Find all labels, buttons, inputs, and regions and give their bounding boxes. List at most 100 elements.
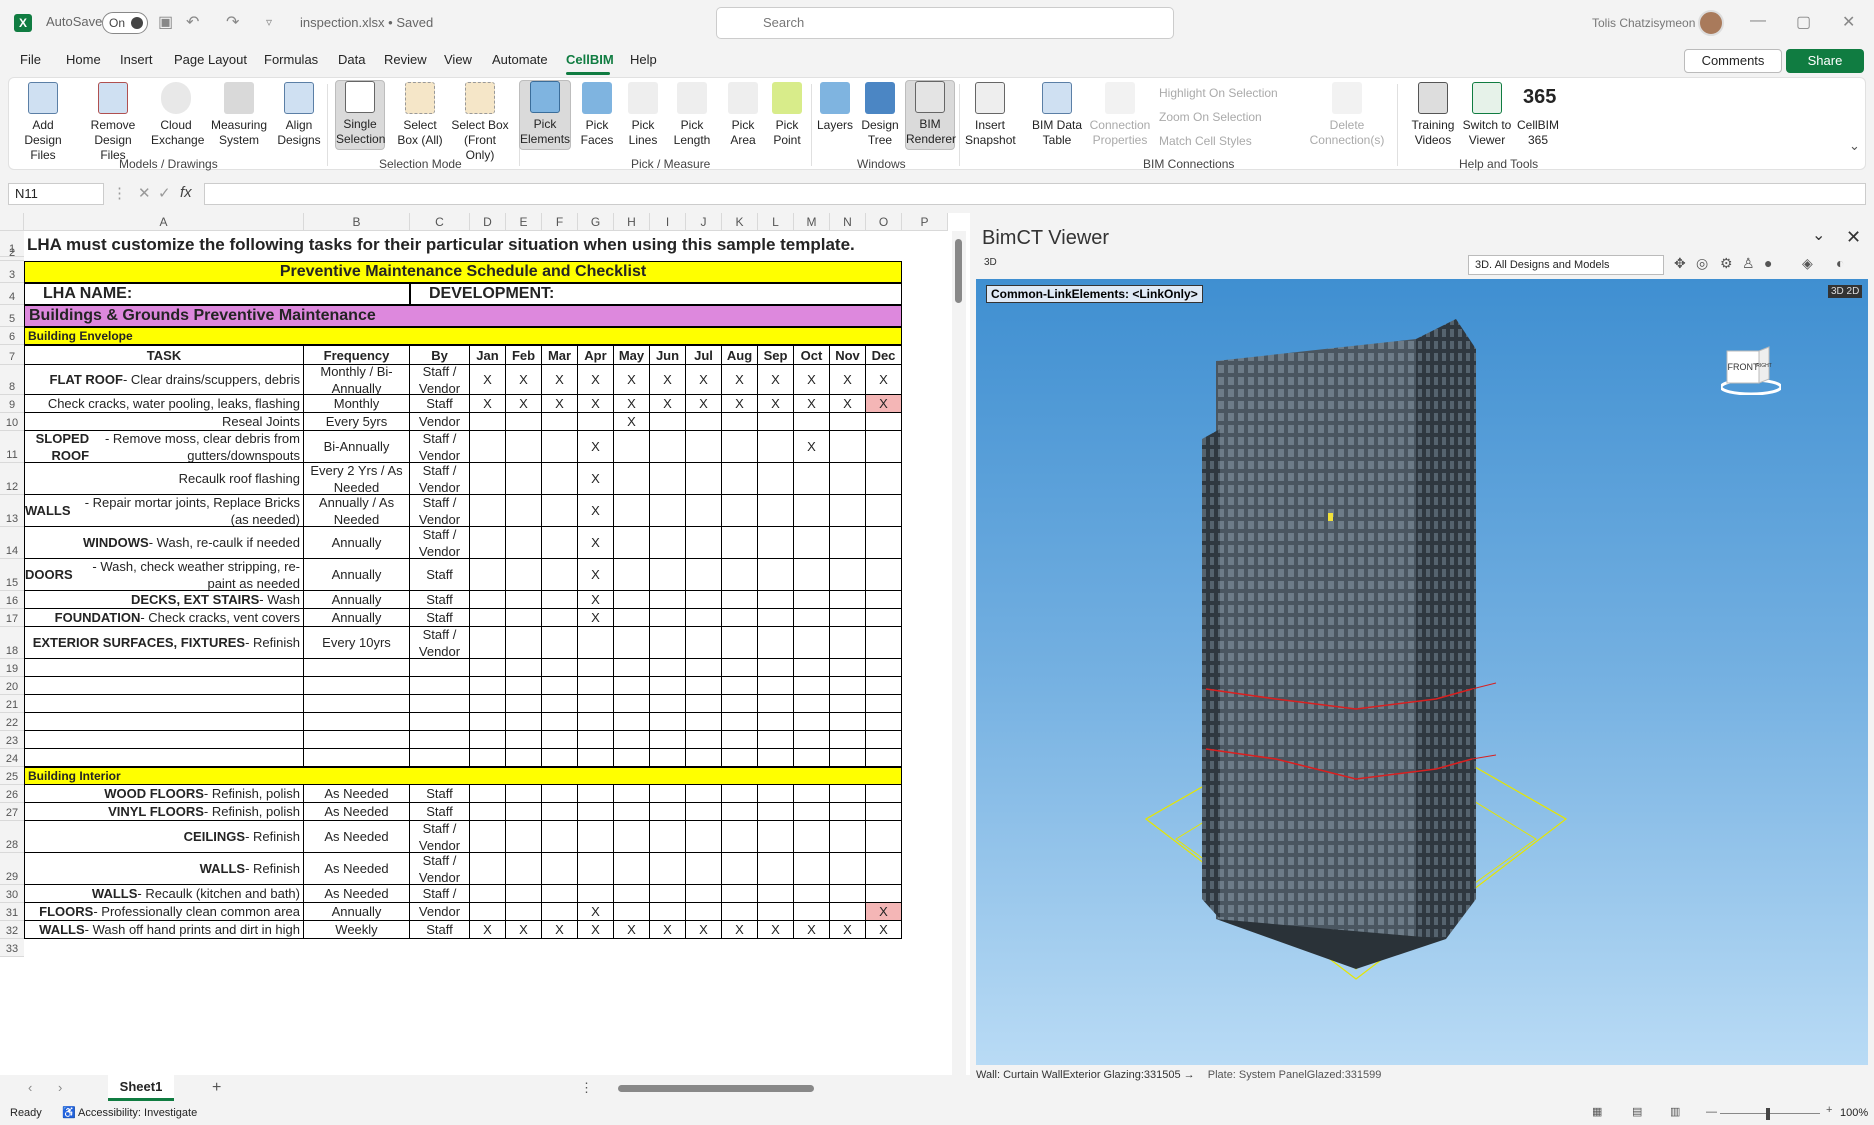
empty-cell[interactable] bbox=[542, 731, 578, 749]
month-cell[interactable] bbox=[506, 821, 542, 853]
month-cell[interactable]: X bbox=[830, 395, 866, 413]
month-cell[interactable] bbox=[866, 821, 902, 853]
column-header[interactable]: D bbox=[470, 213, 506, 231]
frequency-cell[interactable]: Annually bbox=[304, 903, 410, 921]
month-cell[interactable] bbox=[794, 627, 830, 659]
empty-cell[interactable] bbox=[542, 677, 578, 695]
month-cell[interactable] bbox=[830, 527, 866, 559]
month-cell[interactable] bbox=[542, 609, 578, 627]
empty-cell[interactable] bbox=[614, 713, 650, 731]
empty-cell[interactable] bbox=[758, 731, 794, 749]
empty-cell[interactable] bbox=[686, 749, 722, 767]
row-header[interactable]: 10 bbox=[0, 413, 24, 431]
frequency-cell[interactable]: Every 2 Yrs / As Needed bbox=[304, 463, 410, 495]
bim-data-table-button[interactable]: BIM Data Table bbox=[1031, 82, 1083, 148]
month-cell[interactable]: X bbox=[614, 395, 650, 413]
column-task-header[interactable]: TASK bbox=[24, 345, 304, 365]
month-cell[interactable] bbox=[686, 821, 722, 853]
month-cell[interactable] bbox=[470, 431, 506, 463]
row-header[interactable]: 12 bbox=[0, 463, 24, 495]
empty-cell[interactable] bbox=[794, 713, 830, 731]
task-cell[interactable]: WINDOWS - Wash, re-caulk if needed bbox=[24, 527, 304, 559]
month-cell[interactable] bbox=[830, 885, 866, 903]
month-cell[interactable] bbox=[470, 885, 506, 903]
frequency-cell[interactable]: Bi-Annually bbox=[304, 431, 410, 463]
empty-cell[interactable] bbox=[866, 749, 902, 767]
month-cell[interactable] bbox=[758, 803, 794, 821]
empty-cell[interactable] bbox=[470, 713, 506, 731]
month-cell[interactable] bbox=[686, 903, 722, 921]
month-cell[interactable] bbox=[542, 495, 578, 527]
connection-properties-button[interactable]: Connection Properties bbox=[1087, 82, 1153, 148]
page-layout-icon[interactable]: ▤ bbox=[1632, 1105, 1642, 1118]
horizontal-scroll-thumb[interactable] bbox=[618, 1085, 814, 1092]
redo-icon[interactable]: ↷ bbox=[226, 12, 239, 32]
month-cell[interactable] bbox=[758, 627, 794, 659]
month-cell[interactable] bbox=[650, 627, 686, 659]
by-cell[interactable]: Staff / Vendor bbox=[410, 821, 470, 853]
empty-cell[interactable] bbox=[506, 695, 542, 713]
month-cell[interactable] bbox=[506, 559, 542, 591]
month-cell[interactable] bbox=[686, 785, 722, 803]
month-cell[interactable] bbox=[866, 885, 902, 903]
menu-page-layout[interactable]: Page Layout bbox=[174, 52, 247, 67]
formula-input[interactable] bbox=[204, 183, 1866, 205]
month-cell[interactable] bbox=[866, 463, 902, 495]
target-icon[interactable]: ◎ bbox=[1696, 255, 1708, 272]
by-cell[interactable]: Staff bbox=[410, 591, 470, 609]
month-cell[interactable] bbox=[758, 609, 794, 627]
month-cell[interactable]: X bbox=[866, 921, 902, 939]
empty-cell[interactable] bbox=[542, 749, 578, 767]
empty-cell[interactable] bbox=[24, 695, 304, 713]
cube-icon[interactable]: ◈ bbox=[1802, 255, 1813, 272]
month-cell[interactable] bbox=[614, 431, 650, 463]
empty-cell[interactable] bbox=[866, 731, 902, 749]
by-cell[interactable]: Staff bbox=[410, 921, 470, 939]
empty-cell[interactable] bbox=[866, 659, 902, 677]
month-cell[interactable] bbox=[506, 527, 542, 559]
zoom-slider[interactable] bbox=[1720, 1113, 1820, 1114]
month-cell[interactable] bbox=[506, 785, 542, 803]
measuring-system-button[interactable]: Measuring System bbox=[211, 82, 267, 148]
month-cell[interactable] bbox=[614, 627, 650, 659]
header-note[interactable]: LHA must customize the following tasks f… bbox=[24, 231, 906, 257]
month-cell[interactable]: X bbox=[578, 591, 614, 609]
zoom-on-selection[interactable]: Zoom On Selection bbox=[1159, 110, 1262, 124]
frequency-cell[interactable]: Every 5yrs bbox=[304, 413, 410, 431]
frequency-cell[interactable]: Monthly bbox=[304, 395, 410, 413]
month-cell[interactable] bbox=[794, 527, 830, 559]
empty-cell[interactable] bbox=[410, 749, 470, 767]
month-cell[interactable]: X bbox=[758, 921, 794, 939]
month-cell[interactable] bbox=[614, 785, 650, 803]
empty-cell[interactable] bbox=[722, 695, 758, 713]
month-header[interactable]: Jul bbox=[686, 345, 722, 365]
normal-view-icon[interactable]: ▦ bbox=[1592, 1105, 1602, 1118]
month-cell[interactable] bbox=[830, 559, 866, 591]
month-cell[interactable] bbox=[650, 559, 686, 591]
empty-cell[interactable] bbox=[304, 713, 410, 731]
row-header[interactable]: 22 bbox=[0, 713, 24, 731]
month-cell[interactable] bbox=[866, 627, 902, 659]
frequency-cell[interactable]: Annually bbox=[304, 527, 410, 559]
month-cell[interactable] bbox=[722, 591, 758, 609]
month-cell[interactable] bbox=[542, 627, 578, 659]
month-cell[interactable]: X bbox=[578, 395, 614, 413]
empty-cell[interactable] bbox=[578, 731, 614, 749]
empty-cell[interactable] bbox=[506, 713, 542, 731]
pick-point-button[interactable]: Pick Point bbox=[767, 82, 807, 148]
month-cell[interactable]: X bbox=[470, 921, 506, 939]
empty-cell[interactable] bbox=[794, 695, 830, 713]
empty-cell[interactable] bbox=[410, 731, 470, 749]
month-cell[interactable] bbox=[506, 463, 542, 495]
month-cell[interactable] bbox=[686, 559, 722, 591]
month-cell[interactable] bbox=[542, 463, 578, 495]
month-cell[interactable] bbox=[614, 463, 650, 495]
by-cell[interactable]: Staff / bbox=[410, 885, 470, 903]
next-sheet-icon[interactable]: › bbox=[58, 1080, 62, 1095]
column-header[interactable]: E bbox=[506, 213, 542, 231]
month-cell[interactable] bbox=[614, 803, 650, 821]
month-cell[interactable] bbox=[722, 821, 758, 853]
month-cell[interactable] bbox=[758, 853, 794, 885]
design-tree-button[interactable]: Design Tree bbox=[859, 82, 901, 148]
month-header[interactable]: Sep bbox=[758, 345, 794, 365]
